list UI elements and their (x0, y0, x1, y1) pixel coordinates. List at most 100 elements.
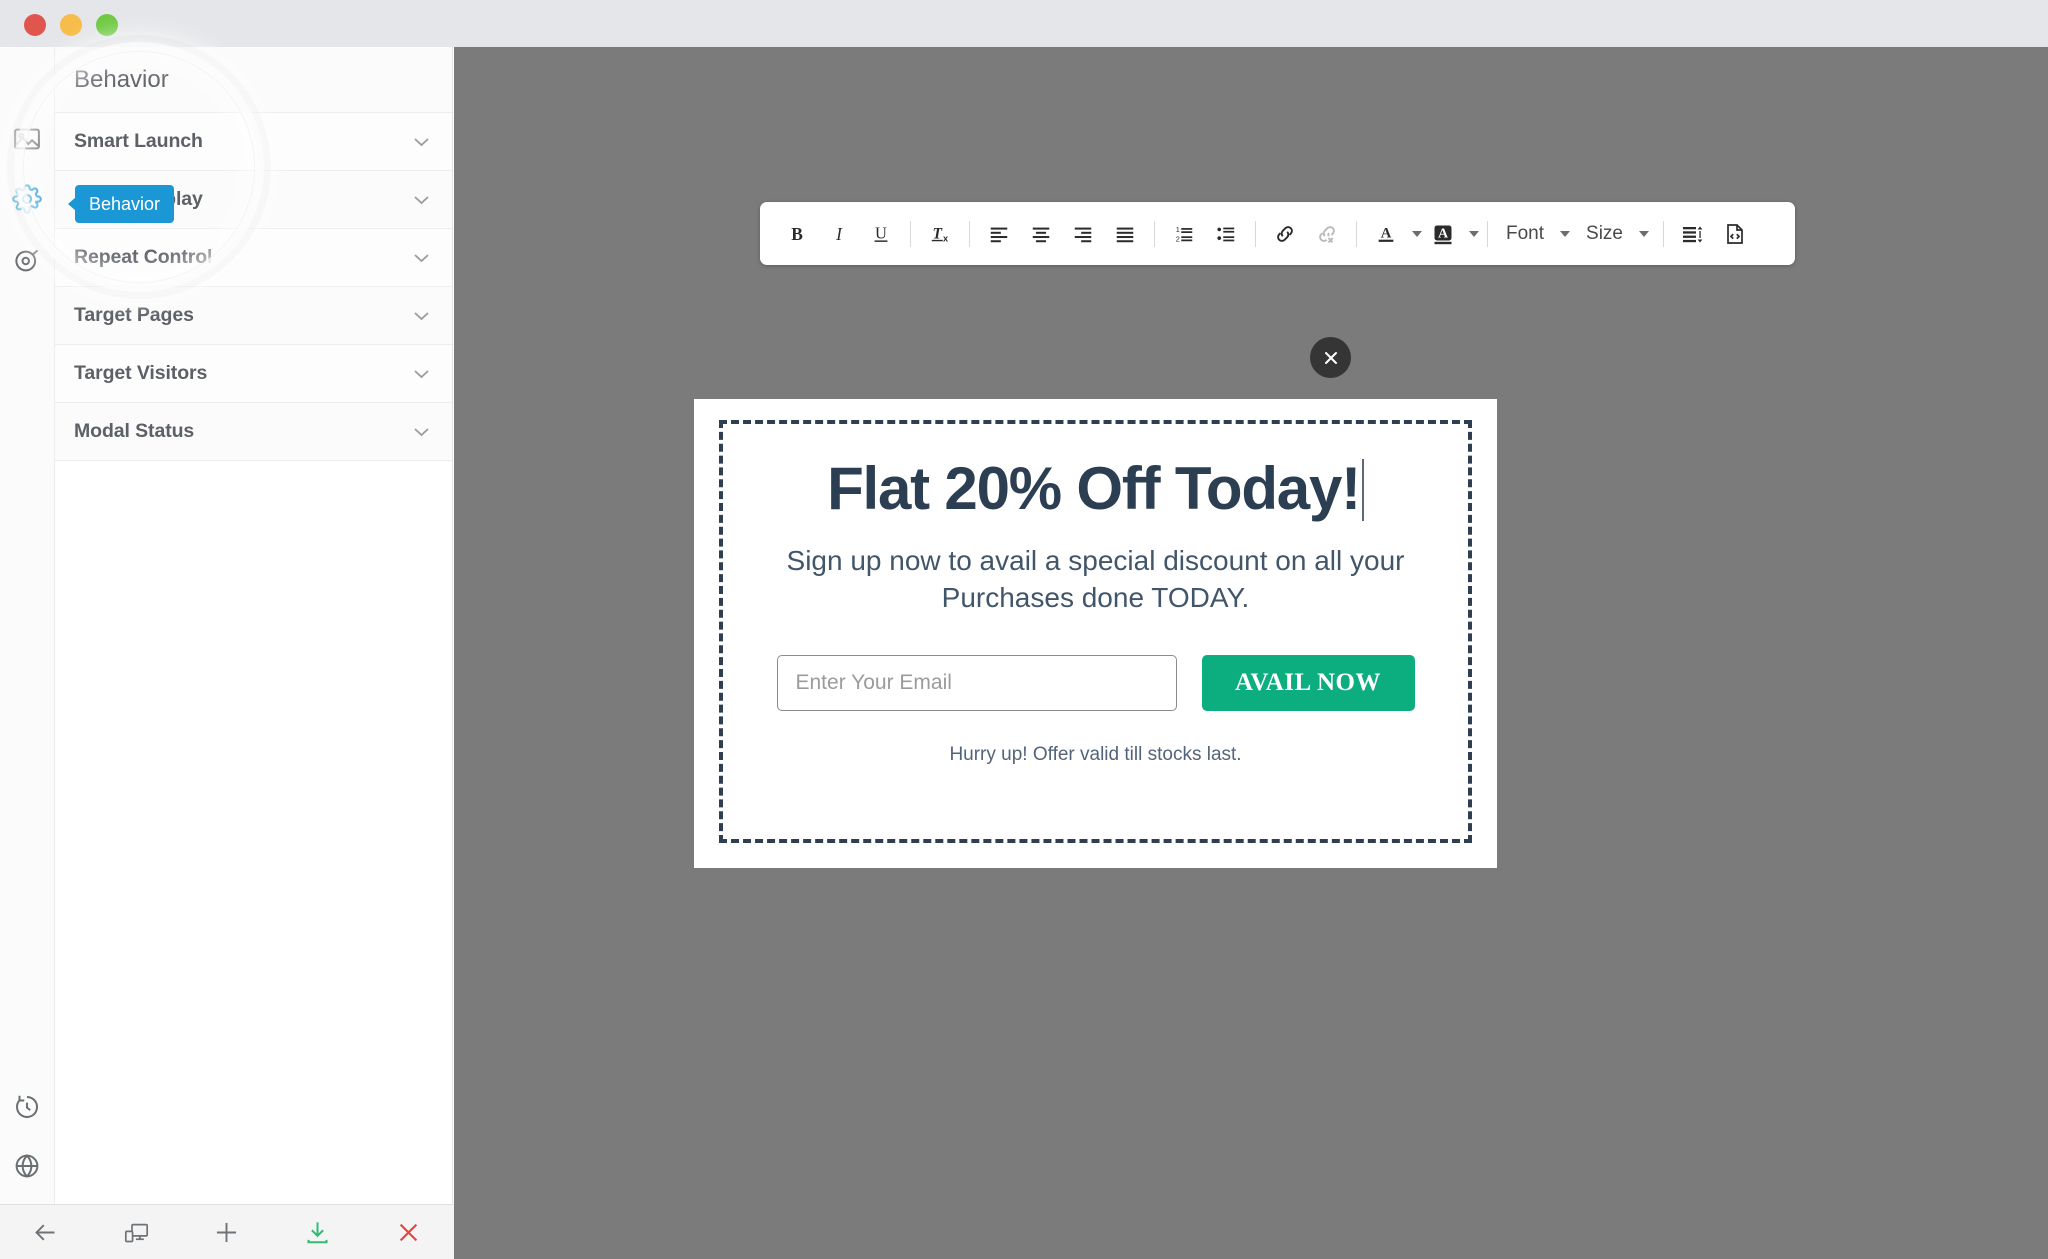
remove-format-button[interactable]: T x (919, 213, 961, 255)
responsive-button[interactable] (91, 1205, 182, 1259)
close-x-icon (395, 1219, 422, 1246)
toolbar-separator (1663, 220, 1664, 247)
toolbar-separator (1154, 220, 1155, 247)
globe-icon[interactable] (10, 1149, 44, 1183)
italic-icon: I (828, 223, 850, 245)
chevron-down-icon (413, 311, 430, 321)
email-field[interactable] (776, 654, 1177, 711)
align-center-button[interactable] (1020, 213, 1062, 255)
svg-text:A: A (1381, 225, 1392, 241)
chevron-down-icon (413, 137, 430, 147)
icon-rail (0, 47, 55, 1204)
devices-icon (123, 1219, 150, 1246)
align-justify-button[interactable] (1104, 213, 1146, 255)
chevron-down-icon (413, 195, 430, 205)
align-left-button[interactable] (978, 213, 1020, 255)
svg-text:U: U (875, 223, 887, 242)
underline-button[interactable]: U (860, 213, 902, 255)
unlink-icon (1315, 222, 1339, 246)
align-justify-icon (1114, 223, 1136, 245)
add-button[interactable] (182, 1205, 273, 1259)
traffic-lights (24, 14, 118, 36)
bold-icon: B (786, 223, 808, 245)
align-center-icon (1030, 223, 1052, 245)
line-height-button[interactable] (1672, 213, 1714, 255)
numbered-list-icon: 1 2 (1173, 223, 1195, 245)
svg-text:I: I (835, 223, 843, 243)
align-left-icon (988, 223, 1010, 245)
toolbar-separator (969, 220, 970, 247)
font-select[interactable]: Font (1496, 213, 1576, 255)
link-button[interactable] (1264, 213, 1306, 255)
modal-content: Flat 20% Off Today! Sign up now to avail… (694, 457, 1497, 766)
media-icon[interactable] (10, 122, 44, 156)
font-select-label: Font (1506, 222, 1545, 244)
modal-note: Hurry up! Offer valid till stocks last. (949, 743, 1242, 765)
line-height-icon (1681, 222, 1705, 246)
modal-signup-form: AVAIL NOW (752, 654, 1439, 711)
window-titlebar (0, 0, 2048, 47)
bold-button[interactable]: B (776, 213, 818, 255)
underline-icon: U (870, 223, 892, 245)
sidebar-item-label: Target Visitors (74, 362, 208, 384)
text-color-button[interactable]: A (1365, 213, 1422, 255)
size-select-label: Size (1586, 222, 1623, 244)
download-icon (304, 1219, 331, 1246)
tooltip-label: Behavior (89, 193, 161, 214)
svg-text:2: 2 (1176, 234, 1180, 243)
bulleted-list-button[interactable] (1205, 213, 1247, 255)
rich-text-toolbar: B I U T x 1 2 A A Font Size (760, 202, 1795, 265)
window-close-button[interactable] (24, 14, 46, 36)
sidebar-item-label: Repeat Control (74, 246, 213, 268)
modal-subtext[interactable]: Sign up now to avail a special discount … (752, 543, 1439, 617)
sidebar-item-modal-status[interactable]: Modal Status (55, 403, 452, 461)
size-select[interactable]: Size (1576, 213, 1655, 255)
background-color-icon: A (1422, 213, 1464, 255)
modal-preview: Flat 20% Off Today! Sign up now to avail… (694, 399, 1497, 868)
back-button[interactable] (0, 1205, 91, 1259)
delete-button[interactable] (363, 1205, 454, 1259)
numbered-list-button[interactable]: 1 2 (1163, 213, 1205, 255)
bottom-toolbar (0, 1204, 454, 1259)
modal-heading[interactable]: Flat 20% Off Today! (827, 457, 1364, 521)
arrow-left-icon (32, 1219, 59, 1246)
svg-text:A: A (1438, 226, 1449, 241)
svg-text:B: B (791, 223, 803, 243)
chevron-down-icon (1412, 230, 1422, 237)
source-code-button[interactable] (1714, 213, 1756, 255)
svg-text:1: 1 (1176, 225, 1180, 234)
window-zoom-button[interactable] (96, 14, 118, 36)
background-color-button[interactable]: A (1422, 213, 1479, 255)
unlink-button[interactable] (1306, 213, 1348, 255)
sidebar-item-smart-launch[interactable]: Smart Launch (55, 113, 452, 171)
app-window: Behavior Smart Launch Smart Display Repe… (0, 0, 2048, 1259)
window-minimize-button[interactable] (60, 14, 82, 36)
chevron-down-icon (413, 369, 430, 379)
avail-now-button[interactable]: AVAIL NOW (1201, 654, 1415, 711)
toolbar-separator (1487, 220, 1488, 247)
modal-close-button[interactable] (1310, 337, 1351, 378)
target-icon[interactable] (10, 244, 44, 278)
chevron-down-icon (1560, 230, 1571, 237)
chevron-down-icon (413, 253, 430, 263)
svg-text:x: x (943, 233, 949, 243)
sidebar-item-label: Smart Launch (74, 130, 203, 152)
gear-icon[interactable] (10, 182, 44, 216)
text-color-icon: A (1365, 213, 1407, 255)
link-icon (1273, 222, 1297, 246)
plus-icon (213, 1219, 240, 1246)
editor-canvas: B I U T x 1 2 A A Font Size Flat 20% Off… (454, 47, 2048, 1259)
chevron-down-icon (413, 427, 430, 437)
history-icon[interactable] (10, 1090, 44, 1124)
sidebar-item-repeat-control[interactable]: Repeat Control (55, 229, 452, 287)
remove-format-icon: T x (929, 223, 951, 245)
toolbar-separator (1255, 220, 1256, 247)
align-right-button[interactable] (1062, 213, 1104, 255)
sidebar-item-target-visitors[interactable]: Target Visitors (55, 345, 452, 403)
italic-button[interactable]: I (818, 213, 860, 255)
bulleted-list-icon (1215, 223, 1237, 245)
sidebar-empty-area (55, 461, 452, 1259)
sidebar-item-target-pages[interactable]: Target Pages (55, 287, 452, 345)
page-title: Behavior (55, 47, 452, 113)
save-button[interactable] (272, 1205, 363, 1259)
